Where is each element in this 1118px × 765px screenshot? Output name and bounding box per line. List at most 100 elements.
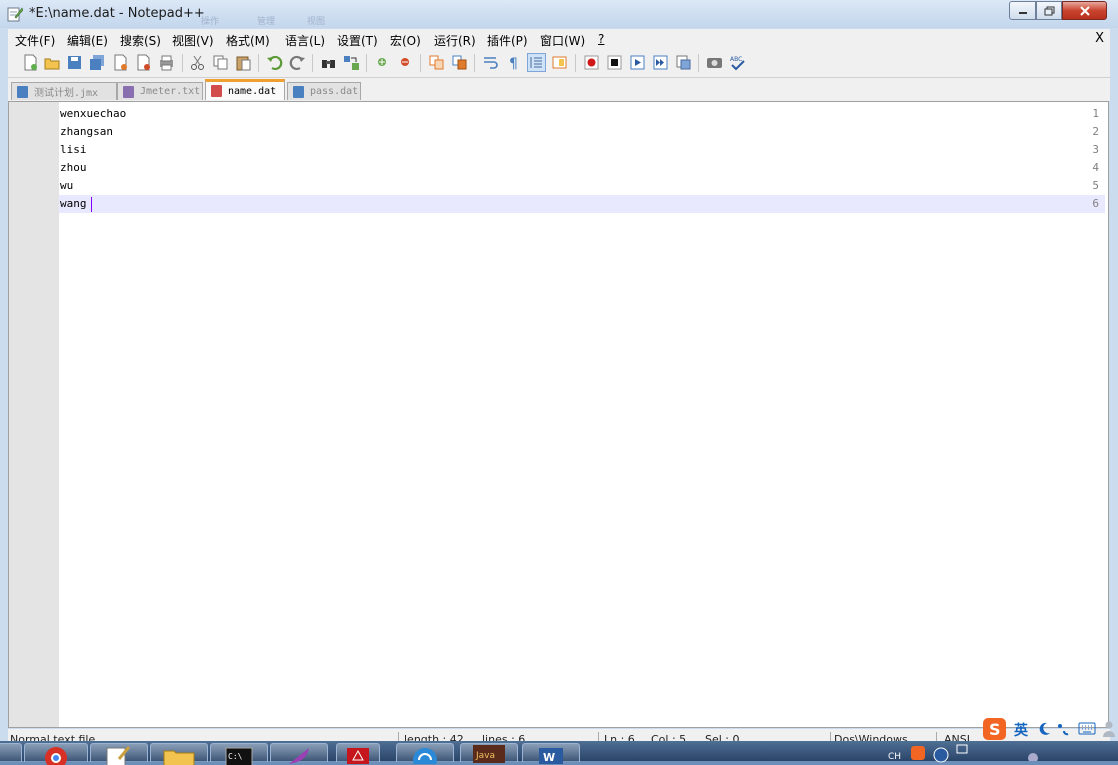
sogou-logo-icon[interactable]: S	[982, 717, 1008, 741]
menu-macro[interactable]: 宏(O)	[390, 32, 421, 49]
word-wrap-icon[interactable]	[482, 54, 499, 71]
text-line[interactable]: wang	[60, 197, 87, 210]
tab-name-dat[interactable]: name.dat	[205, 79, 285, 100]
tab-label: pass.dat	[310, 86, 359, 97]
status-lines: lines : 6	[482, 733, 526, 741]
open-file-icon[interactable]	[44, 54, 61, 71]
status-separator	[398, 732, 399, 741]
run-macro-multiple-icon[interactable]	[652, 54, 669, 71]
browser-icon	[413, 748, 437, 764]
sync-horizontal-icon[interactable]	[451, 54, 468, 71]
sogou-tray-icon[interactable]	[910, 745, 926, 761]
menu-file[interactable]: 文件(F)	[15, 32, 55, 49]
moon-icon[interactable]	[1036, 721, 1052, 737]
text-line[interactable]: lisi	[60, 143, 87, 156]
find-icon[interactable]	[320, 54, 337, 71]
redo-icon[interactable]	[289, 54, 306, 71]
minimize-button[interactable]	[1009, 1, 1036, 20]
taskbar-browser-button[interactable]	[396, 743, 454, 764]
doc-map-icon[interactable]	[551, 54, 568, 71]
language-indicator-icon[interactable]: CH	[888, 749, 902, 761]
indent-guide-icon[interactable]	[527, 53, 546, 72]
text-line[interactable]: wu	[60, 179, 73, 192]
tab-pass-dat[interactable]: pass.dat	[287, 82, 361, 100]
tab-label: Jmeter.txt	[140, 86, 201, 97]
copy-icon[interactable]	[212, 54, 229, 71]
taskbar-explorer-button[interactable]	[150, 743, 208, 765]
paste-icon[interactable]	[235, 54, 252, 71]
menu-language[interactable]: 语言(L)	[285, 32, 325, 49]
taskbar-pdf-button[interactable]	[336, 743, 380, 764]
launch-browser-icon[interactable]	[706, 54, 723, 71]
menu-help[interactable]: ?	[598, 32, 604, 46]
save-macro-icon[interactable]	[675, 54, 692, 71]
save-all-icon[interactable]	[89, 54, 106, 71]
notepad-icon	[106, 746, 131, 765]
menu-search[interactable]: 搜索(S)	[120, 32, 161, 49]
sync-vertical-icon[interactable]	[428, 54, 445, 71]
menu-plugins[interactable]: 插件(P)	[487, 32, 528, 49]
play-macro-icon[interactable]	[629, 54, 646, 71]
zoom-in-icon[interactable]	[374, 54, 391, 71]
stop-record-icon[interactable]	[606, 54, 623, 71]
windows-taskbar: C:\ Java W CH	[0, 741, 1118, 765]
menu-window[interactable]: 窗口(W)	[540, 32, 585, 49]
network-tray-icon[interactable]	[1026, 751, 1040, 761]
close-document-button[interactable]: X	[1095, 31, 1104, 46]
text-line[interactable]: wenxuechao	[60, 107, 126, 120]
menu-run[interactable]: 运行(R)	[434, 32, 476, 49]
text-line[interactable]: zhou	[60, 161, 87, 174]
zoom-out-icon[interactable]	[397, 54, 414, 71]
status-encoding: ANSI	[944, 733, 970, 741]
save-icon[interactable]	[66, 54, 83, 71]
pdf-icon	[347, 748, 369, 764]
minimize-icon	[1018, 11, 1027, 14]
keyboard-icon[interactable]	[1078, 722, 1096, 735]
background-text: 操作	[201, 17, 220, 27]
record-macro-icon[interactable]	[583, 54, 600, 71]
status-eol: Dos\Windows	[834, 733, 908, 741]
close-window-button[interactable]	[1062, 1, 1107, 20]
taskbar-app-button[interactable]	[270, 743, 328, 764]
taskbar-cmd-button[interactable]: C:\	[210, 743, 268, 765]
text-editor[interactable]: 1 2 3 4 5 6 wenxuechao zhangsan lisi zho…	[8, 101, 1109, 728]
undo-icon[interactable]	[266, 54, 283, 71]
current-line-highlight	[59, 195, 1105, 213]
text-line[interactable]: zhangsan	[60, 125, 113, 138]
toolbar-separator	[575, 54, 576, 72]
show-all-chars-icon[interactable]: ¶	[505, 54, 522, 71]
menu-edit[interactable]: 编辑(E)	[67, 32, 108, 49]
taskbar-chrome-button[interactable]	[24, 743, 88, 765]
close-all-icon[interactable]	[135, 54, 152, 71]
line-number-gutter	[9, 102, 59, 727]
svg-text:CH: CH	[888, 752, 901, 761]
ime-language-toggle[interactable]: 英	[1014, 720, 1028, 740]
new-file-icon[interactable]	[22, 54, 39, 71]
saved-file-icon	[293, 85, 304, 98]
print-icon[interactable]	[158, 54, 175, 71]
spell-check-icon[interactable]: ABC	[729, 54, 746, 71]
toolbar-separator	[366, 54, 367, 72]
menu-view[interactable]: 视图(V)	[172, 32, 214, 49]
replace-icon[interactable]	[343, 54, 360, 71]
menu-settings[interactable]: 设置(T)	[337, 32, 378, 49]
user-icon[interactable]	[1102, 720, 1116, 738]
menu-format[interactable]: 格式(M)	[226, 32, 270, 49]
taskbar-button[interactable]	[0, 743, 22, 762]
title-bar[interactable]: *E:\name.dat - Notepad++ 操作 管理 视图	[0, 0, 1118, 28]
punctuation-icon[interactable]	[1056, 721, 1070, 737]
close-file-icon[interactable]	[112, 54, 129, 71]
taskbar-jmeter-button[interactable]: Java	[460, 743, 518, 763]
tab-test-plan[interactable]: 测试计划.jmx	[11, 82, 117, 100]
taskbar-word-button[interactable]: W	[522, 743, 580, 764]
line-number: 6	[1092, 197, 1099, 210]
background-text: 视图	[307, 17, 326, 27]
maximize-button[interactable]	[1036, 1, 1062, 20]
status-sel: Sel : 0	[705, 733, 740, 741]
taskbar-notepad-button[interactable]	[90, 743, 148, 765]
tab-jmeter[interactable]: Jmeter.txt	[117, 82, 203, 100]
window-tray-icon[interactable]	[956, 744, 968, 754]
ime-toolbar[interactable]: S 英	[980, 716, 1118, 742]
cut-icon[interactable]	[189, 54, 206, 71]
toolbar-separator	[698, 54, 699, 72]
